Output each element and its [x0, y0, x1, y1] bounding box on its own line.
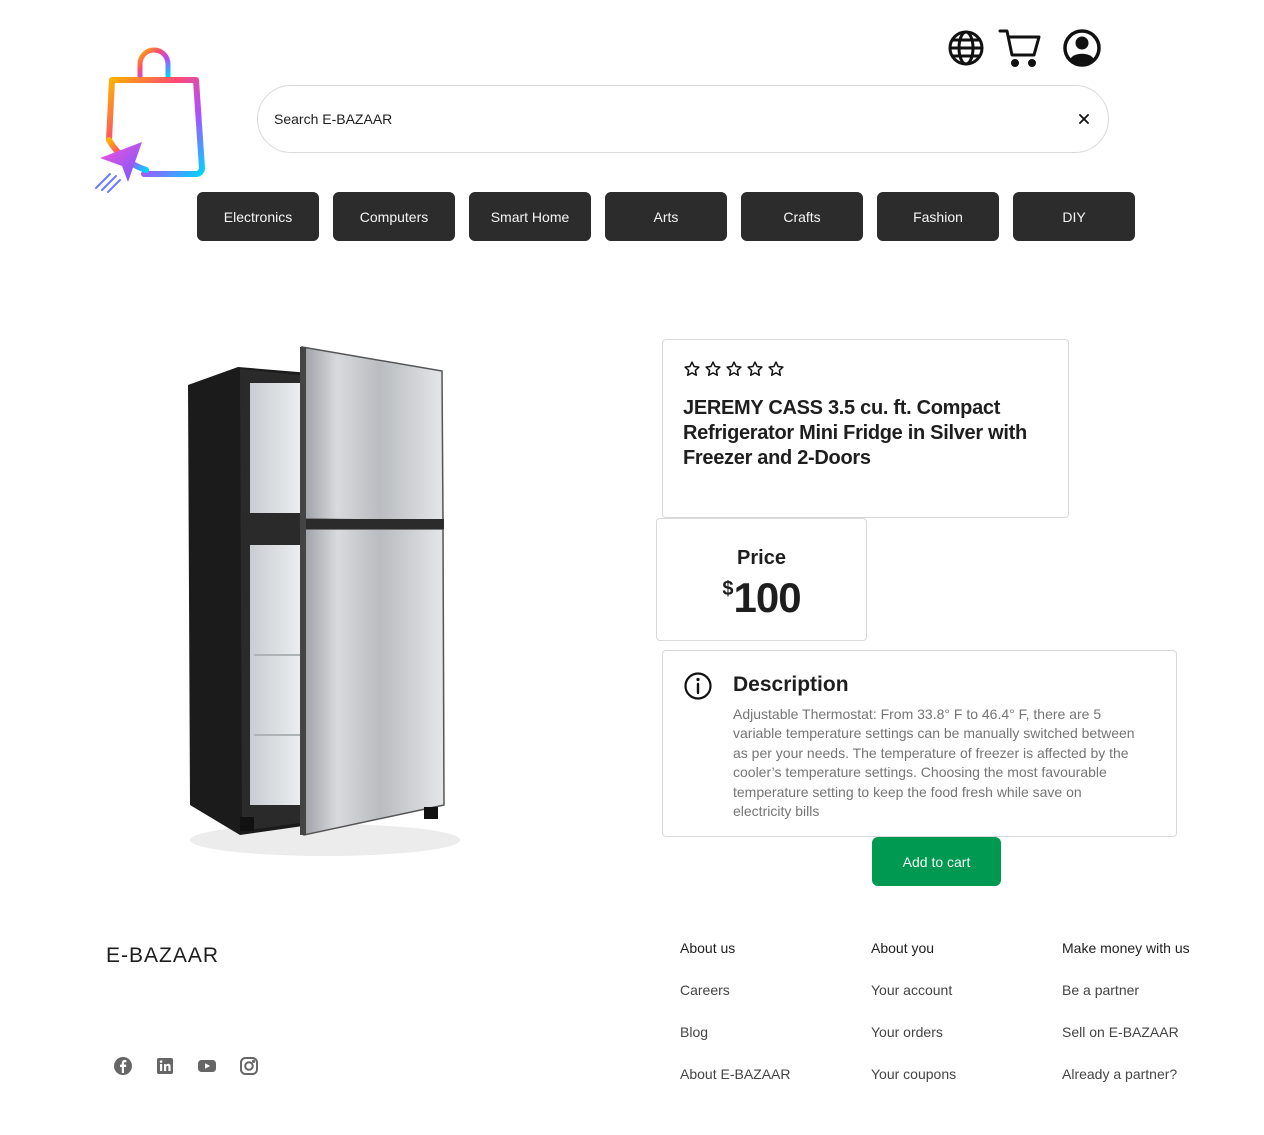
add-to-cart-button[interactable]: Add to cart — [872, 837, 1001, 886]
product-title: JEREMY CASS 3.5 cu. ft. Compact Refriger… — [683, 397, 1027, 469]
close-icon[interactable] — [1074, 109, 1094, 129]
star-icon[interactable] — [704, 360, 722, 378]
product-title-card: JEREMY CASS 3.5 cu. ft. Compact Refriger… — [662, 339, 1069, 518]
description-title: Description — [733, 673, 849, 696]
category-diy[interactable]: DIY — [1013, 192, 1135, 241]
star-rating[interactable] — [683, 360, 1048, 378]
price-value: $ 100 — [722, 574, 802, 621]
footer-heading: Make money with us — [1062, 940, 1190, 956]
star-icon[interactable] — [767, 360, 785, 378]
footer-link-blog[interactable]: Blog — [680, 1022, 791, 1042]
star-icon[interactable] — [725, 360, 743, 378]
info-icon — [683, 671, 713, 701]
description-text: Adjustable Thermostat: From 33.8° F to 4… — [733, 706, 1135, 820]
category-fashion[interactable]: Fashion — [877, 192, 999, 241]
globe-icon[interactable] — [944, 26, 988, 70]
account-icon[interactable] — [1060, 26, 1104, 70]
category-computers[interactable]: Computers — [333, 192, 455, 241]
footer-column-about-you: About you Your account Your orders Your … — [871, 938, 956, 1084]
facebook-icon[interactable] — [113, 1056, 133, 1076]
price-card: Price $ 100 — [656, 518, 867, 641]
footer-link-careers[interactable]: Careers — [680, 980, 791, 1000]
footer-link-sell[interactable]: Sell on E-BAZAAR — [1062, 1022, 1190, 1042]
ebazaar-logo[interactable] — [92, 44, 212, 194]
price-amount: 100 — [733, 574, 802, 621]
footer-heading: About us — [680, 940, 736, 956]
footer-link-about[interactable]: About E-BAZAAR — [680, 1064, 791, 1084]
footer-link-already-partner[interactable]: Already a partner? — [1062, 1064, 1190, 1084]
search-bar[interactable] — [257, 85, 1109, 153]
youtube-icon[interactable] — [197, 1056, 217, 1076]
social-links — [113, 1056, 259, 1076]
price-label: Price — [737, 547, 786, 569]
footer-column-about-us: About us Careers Blog About E-BAZAAR — [680, 938, 791, 1084]
cart-icon[interactable] — [998, 26, 1042, 70]
linkedin-icon[interactable] — [155, 1056, 175, 1076]
footer-link-partner[interactable]: Be a partner — [1062, 980, 1190, 1000]
footer-link-orders[interactable]: Your orders — [871, 1022, 956, 1042]
category-nav: Electronics Computers Smart Home Arts Cr… — [197, 192, 1135, 241]
price-currency: $ — [722, 578, 734, 600]
search-input[interactable] — [272, 110, 1074, 128]
description-card: Description Adjustable Thermostat: From … — [662, 650, 1177, 837]
footer-heading: About you — [871, 940, 935, 956]
star-icon[interactable] — [746, 360, 764, 378]
product-image — [170, 335, 470, 880]
footer-brand[interactable]: E-BAZAAR — [106, 944, 219, 968]
category-crafts[interactable]: Crafts — [741, 192, 863, 241]
category-arts[interactable]: Arts — [605, 192, 727, 241]
instagram-icon[interactable] — [239, 1056, 259, 1076]
star-icon[interactable] — [683, 360, 701, 378]
footer-link-account[interactable]: Your account — [871, 980, 956, 1000]
category-electronics[interactable]: Electronics — [197, 192, 319, 241]
category-smart-home[interactable]: Smart Home — [469, 192, 591, 241]
footer-link-coupons[interactable]: Your coupons — [871, 1064, 956, 1084]
footer-column-make-money: Make money with us Be a partner Sell on … — [1062, 938, 1190, 1084]
